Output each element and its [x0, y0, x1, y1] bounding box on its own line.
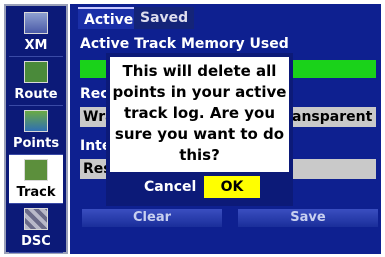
sidebar-item-route[interactable]: Route: [9, 57, 63, 106]
tab-active[interactable]: Active: [78, 7, 140, 29]
ok-button[interactable]: OK: [204, 176, 260, 198]
route-map-icon: [24, 61, 48, 83]
memory-label: Active Track Memory Used: [80, 36, 289, 52]
sidebar-item-track[interactable]: Track: [9, 155, 63, 204]
track-map-icon: [24, 159, 48, 181]
sidebar-item-label: XM: [24, 38, 48, 53]
sidebar-item-label: Route: [14, 87, 58, 102]
sidebar-item-label: Points: [12, 136, 60, 151]
tab-saved[interactable]: Saved: [134, 7, 195, 29]
sidebar-item-xm[interactable]: XM: [9, 8, 63, 57]
xm-radio-icon: [24, 12, 48, 34]
confirm-delete-dialog: This will delete all points in your acti…: [106, 53, 293, 206]
tab-bar: Active Saved: [70, 4, 381, 30]
sidebar-item-label: Track: [16, 185, 56, 200]
dialog-message: This will delete all points in your acti…: [112, 62, 287, 164]
sidebar-item-label: DSC: [21, 234, 51, 249]
dialog-button-bar: Cancel OK: [110, 172, 289, 202]
sidebar-item-dsc[interactable]: DSC: [9, 204, 63, 253]
dsc-icon: [24, 208, 48, 230]
record-mode-value-right: ansparent: [292, 109, 373, 125]
record-mode-label: Rec: [80, 86, 109, 102]
chartplotter-screen: XM Route Points Track DSC Active Saved A…: [0, 0, 385, 257]
sidebar-item-points[interactable]: Points: [9, 106, 63, 155]
points-map-icon: [24, 110, 48, 132]
clear-button[interactable]: Clear: [82, 209, 222, 227]
cancel-button[interactable]: Cancel: [140, 177, 200, 197]
sidebar: XM Route Points Track DSC: [4, 4, 68, 254]
save-button[interactable]: Save: [238, 209, 378, 227]
